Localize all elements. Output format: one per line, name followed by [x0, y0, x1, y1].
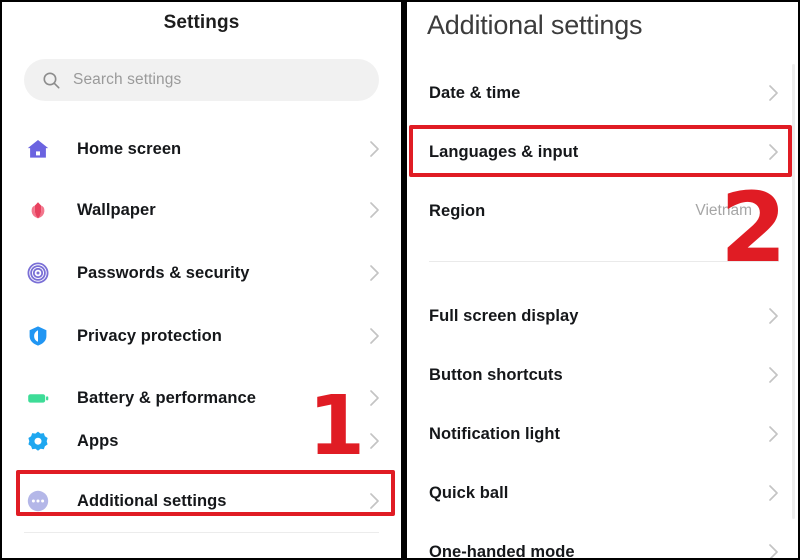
home-icon: [24, 135, 52, 163]
gear-icon: [24, 427, 52, 455]
sidebar-item-label: Battery & performance: [77, 388, 256, 407]
sidebar-item-wallpaper[interactable]: Wallpaper: [2, 184, 401, 236]
settings-item-label: Button shortcuts: [429, 365, 563, 384]
battery-icon: [24, 384, 52, 412]
chevron-right-icon: [766, 542, 780, 558]
chevron-right-icon: [367, 139, 381, 159]
page-title-additional-settings: Additional settings: [427, 10, 643, 40]
sidebar-item-privacy-protection[interactable]: Privacy protection: [2, 310, 401, 362]
settings-item-full-screen-display[interactable]: Full screen display: [407, 291, 798, 341]
annotation-step-1: 1: [308, 379, 365, 474]
page-title-settings: Settings: [163, 12, 240, 33]
chevron-right-icon: [766, 483, 780, 503]
settings-item-date-time[interactable]: Date & time: [407, 68, 798, 118]
sidebar-item-additional-settings[interactable]: Additional settings: [2, 475, 401, 527]
more-dots-icon: [24, 487, 52, 515]
settings-panel-left: Settings Search settings Home screen Wal…: [2, 2, 401, 558]
chevron-right-icon: [367, 491, 381, 511]
chevron-right-icon: [367, 388, 381, 408]
sidebar-item-label: Home screen: [77, 139, 182, 158]
chevron-right-icon: [367, 200, 381, 220]
settings-item-label: Full screen display: [429, 306, 579, 325]
chevron-right-icon: [367, 263, 381, 283]
search-placeholder-text: Search settings: [73, 71, 182, 88]
chevron-right-icon: [766, 306, 780, 326]
settings-item-label: Languages & input: [429, 142, 579, 161]
fingerprint-icon: [24, 259, 52, 287]
chevron-right-icon: [766, 365, 780, 385]
vertical-scrollbar[interactable]: [792, 64, 795, 519]
chevron-right-icon: [766, 142, 780, 162]
sidebar-item-label: Passwords & security: [77, 263, 250, 282]
settings-item-button-shortcuts[interactable]: Button shortcuts: [407, 350, 798, 400]
settings-item-label: Region: [429, 201, 486, 220]
search-input[interactable]: Search settings: [24, 59, 379, 101]
settings-item-languages-input[interactable]: Languages & input: [407, 127, 798, 177]
settings-item-label: Date & time: [429, 83, 521, 102]
sidebar-item-label: Privacy protection: [77, 326, 222, 345]
sidebar-item-label: Wallpaper: [77, 200, 156, 219]
list-divider: [24, 532, 379, 533]
settings-item-label: One-handed mode: [429, 542, 575, 559]
chevron-right-icon: [367, 326, 381, 346]
annotation-step-2: 2: [720, 172, 787, 284]
chevron-right-icon: [766, 83, 780, 103]
sidebar-item-label: Additional settings: [77, 491, 227, 510]
tulip-icon: [24, 196, 52, 224]
settings-item-notification-light[interactable]: Notification light: [407, 409, 798, 459]
chevron-right-icon: [766, 424, 780, 444]
sidebar-item-home-screen[interactable]: Home screen: [2, 123, 401, 175]
search-icon: [42, 71, 61, 90]
sidebar-item-label: Apps: [77, 431, 119, 450]
chevron-right-icon: [367, 431, 381, 451]
settings-item-quick-ball[interactable]: Quick ball: [407, 468, 798, 518]
settings-item-label: Notification light: [429, 424, 561, 443]
settings-item-one-handed-mode[interactable]: One-handed mode: [407, 527, 798, 558]
screenshot-root: Settings Search settings Home screen Wal…: [0, 0, 800, 560]
sidebar-item-passwords-security[interactable]: Passwords & security: [2, 247, 401, 299]
settings-item-label: Quick ball: [429, 483, 509, 502]
shield-icon: [24, 322, 52, 350]
